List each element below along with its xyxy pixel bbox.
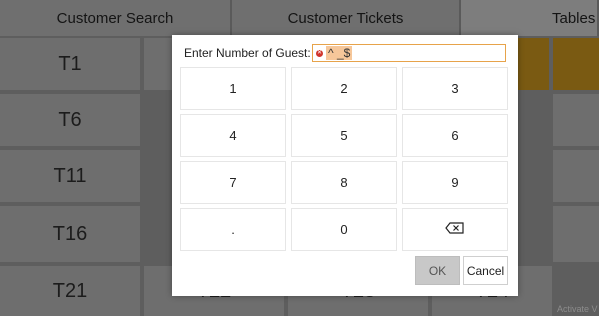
- tab-customer-tickets[interactable]: Customer Tickets: [232, 0, 461, 36]
- key-5[interactable]: 5: [291, 114, 397, 157]
- table-label: T6: [58, 108, 82, 131]
- table-cell[interactable]: [553, 94, 599, 146]
- cancel-button[interactable]: Cancel: [463, 256, 508, 285]
- guest-count-value: ^ _$: [326, 46, 353, 60]
- key-9[interactable]: 9: [402, 161, 508, 204]
- backspace-icon: [445, 222, 465, 237]
- key-0[interactable]: 0: [291, 208, 397, 251]
- key-3[interactable]: 3: [402, 67, 508, 110]
- guest-count-input[interactable]: ✕ ^ _$: [312, 44, 506, 62]
- table-cell-busy[interactable]: [553, 38, 599, 90]
- table-t21[interactable]: T21: [0, 266, 140, 316]
- key-2[interactable]: 2: [291, 67, 397, 110]
- table-label: T21: [52, 279, 88, 302]
- key-4[interactable]: 4: [180, 114, 286, 157]
- table-label: T16: [52, 222, 88, 245]
- table-cell[interactable]: [553, 150, 599, 202]
- guest-count-dialog: Enter Number of Guest: ✕ ^ _$ 1 2 3 4 5 …: [172, 35, 518, 296]
- table-t6[interactable]: T6: [0, 94, 140, 146]
- guest-label: Enter Number of Guest:: [184, 46, 311, 60]
- table-label: T11: [53, 164, 87, 187]
- guest-row: Enter Number of Guest:: [184, 43, 317, 63]
- key-7[interactable]: 7: [180, 161, 286, 204]
- top-tabs: Customer Search Customer Tickets Tables: [0, 0, 599, 36]
- key-6[interactable]: 6: [402, 114, 508, 157]
- tab-customer-search[interactable]: Customer Search: [0, 0, 232, 36]
- key-8[interactable]: 8: [291, 161, 397, 204]
- table-t1[interactable]: T1: [0, 38, 140, 90]
- activation-watermark: Activate V: [557, 304, 598, 314]
- tab-tables[interactable]: Tables: [461, 0, 599, 36]
- error-icon: ✕: [316, 49, 323, 57]
- key-backspace[interactable]: [402, 208, 508, 251]
- table-label: T1: [58, 52, 82, 75]
- ok-button[interactable]: OK: [415, 256, 460, 285]
- table-t16[interactable]: T16: [0, 206, 140, 262]
- table-t11[interactable]: T11: [0, 150, 140, 202]
- key-decimal[interactable]: .: [180, 208, 286, 251]
- table-cell[interactable]: [553, 206, 599, 262]
- key-1[interactable]: 1: [180, 67, 286, 110]
